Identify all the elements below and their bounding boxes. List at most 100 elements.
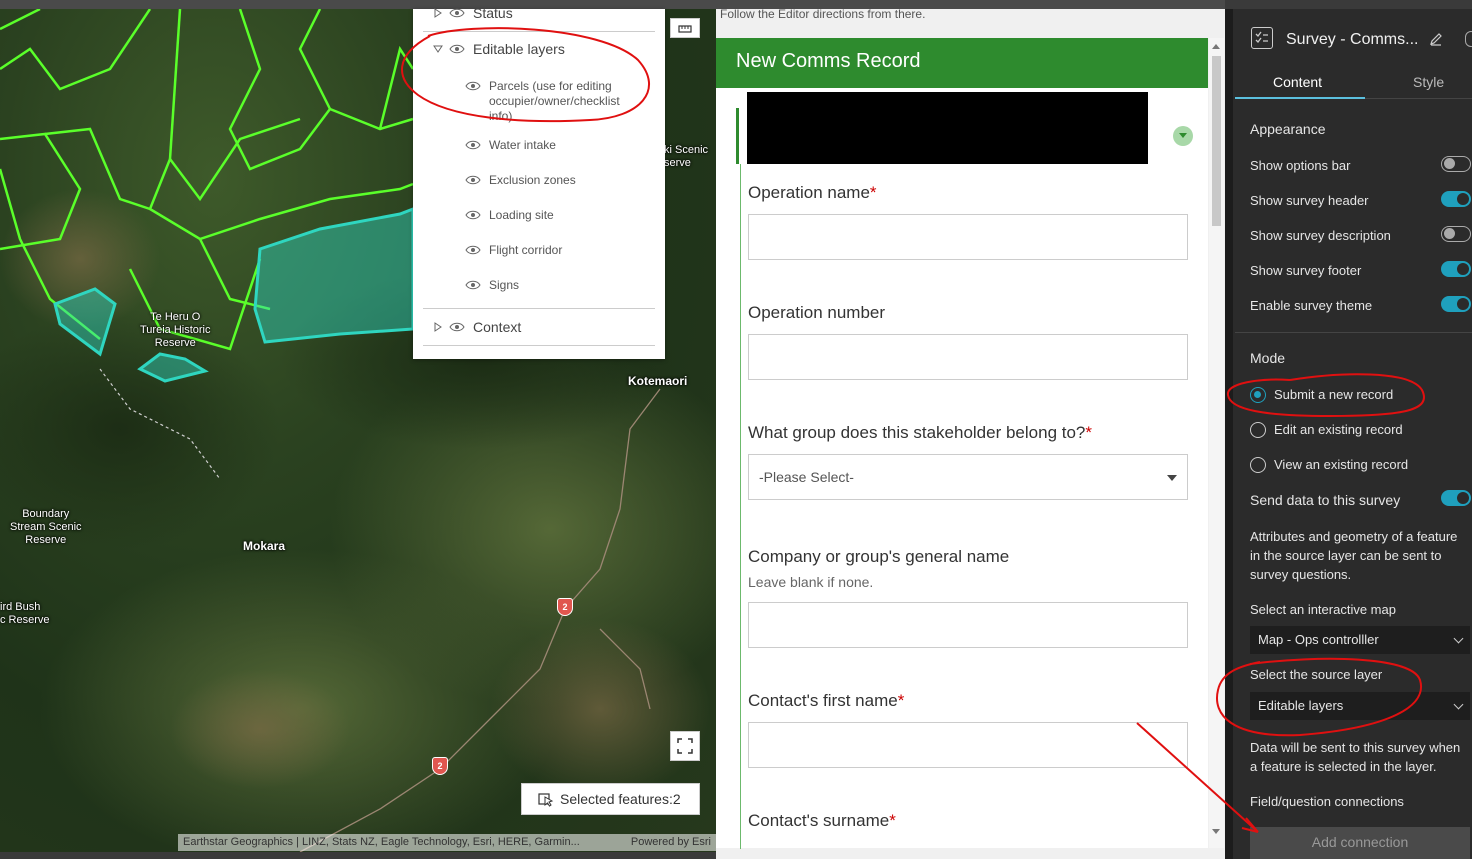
question-stakeholder-group: What group does this stakeholder belong … <box>748 423 1093 442</box>
visibility-eye-icon[interactable] <box>465 140 481 150</box>
map-label-bush-reserve: ird Bush c Reserve <box>0 601 50 626</box>
data-sent-description: Data will be sent to this survey when a … <box>1250 740 1461 774</box>
question-operation-name: Operation name* <box>748 183 877 202</box>
view-existing-label[interactable]: View an existing record <box>1274 457 1408 472</box>
layer-item-exclusion-zones[interactable]: Exclusion zones <box>465 173 576 187</box>
scroll-thumb[interactable] <box>1212 56 1221 226</box>
appearance-heading: Appearance <box>1250 121 1326 137</box>
edit-existing-radio[interactable] <box>1250 422 1266 438</box>
layer-label-exclusion-zones: Exclusion zones <box>489 173 576 187</box>
collapse-icon[interactable] <box>433 44 443 54</box>
selected-features-button[interactable]: Selected features:2 <box>521 783 700 815</box>
question-contact-first-name: Contact's first name* <box>748 691 905 710</box>
layer-label-signs: Signs <box>489 278 520 292</box>
select-layer-value: Editable layers <box>1258 698 1344 713</box>
field-connections-label: Field/question connections <box>1250 794 1404 809</box>
select-layer-label: Select the source layer <box>1250 667 1383 682</box>
show-survey-footer-label: Show survey footer <box>1250 263 1362 278</box>
edit-pencil-icon[interactable] <box>1429 32 1443 46</box>
enable-survey-theme-toggle[interactable] <box>1441 296 1471 312</box>
select-placeholder: -Please Select- <box>759 469 854 485</box>
form-scrollbar[interactable] <box>1209 38 1224 848</box>
road-shield: 2 <box>557 598 573 616</box>
layer-label-loading-site: Loading site <box>489 208 554 222</box>
expand-icon[interactable] <box>433 322 443 332</box>
layer-group-editable-layers[interactable]: Editable layers <box>433 41 565 57</box>
visibility-eye-icon[interactable] <box>465 280 481 290</box>
divider <box>423 31 655 32</box>
stakeholder-group-select[interactable]: -Please Select- <box>748 454 1188 500</box>
show-survey-description-label: Show survey description <box>1250 228 1391 243</box>
view-existing-radio[interactable] <box>1250 457 1266 473</box>
send-data-description: Attributes and geometry of a feature in … <box>1250 529 1458 582</box>
show-survey-footer-toggle[interactable] <box>1441 261 1471 277</box>
divider <box>423 308 655 309</box>
group-collapse-button[interactable] <box>1173 126 1193 146</box>
question-contact-surname: Contact's surname* <box>748 811 896 830</box>
ruler-icon <box>678 25 692 33</box>
tab-style[interactable]: Style <box>1413 74 1444 90</box>
survey-widget-icon <box>1251 27 1273 49</box>
select-map-label: Select an interactive map <box>1250 602 1396 617</box>
visibility-eye-icon[interactable] <box>465 210 481 220</box>
submit-new-radio[interactable] <box>1250 387 1266 403</box>
visibility-eye-icon[interactable] <box>449 322 465 332</box>
chevron-down-icon <box>1453 633 1464 644</box>
company-name-hint: Leave blank if none. <box>748 574 874 590</box>
operation-number-input[interactable] <box>748 334 1188 380</box>
powered-by-esri[interactable]: Powered by Esri <box>631 836 711 849</box>
submit-new-label[interactable]: Submit a new record <box>1274 387 1393 402</box>
layer-label-context: Context <box>473 319 522 335</box>
map-label-te-heru: Te Heru O Tureia Historic Reserve <box>140 311 211 349</box>
show-survey-header-toggle[interactable] <box>1441 191 1471 207</box>
visibility-eye-icon[interactable] <box>465 175 481 185</box>
attribution-text: Earthstar Geographics | LINZ, Stats NZ, … <box>183 836 580 848</box>
layer-list-panel: Status Editable layers Parcels (use for … <box>413 5 665 359</box>
question-operation-number: Operation number <box>748 303 886 322</box>
visibility-eye-icon[interactable] <box>449 44 465 54</box>
show-survey-description-toggle[interactable] <box>1441 226 1471 242</box>
layer-label-flight-corridor: Flight corridor <box>489 243 563 257</box>
select-layer-dropdown[interactable]: Editable layers <box>1250 692 1470 720</box>
layer-item-signs[interactable]: Signs <box>465 278 519 292</box>
question-company-name: Company or group's general name <box>748 547 1010 566</box>
scroll-up-arrow[interactable] <box>1212 44 1220 49</box>
map-label-kotemaori: Kotemaori <box>628 374 688 388</box>
send-data-toggle[interactable] <box>1441 490 1471 506</box>
layer-item-parcels[interactable]: Parcels (use for editing occupier/owner/… <box>465 79 639 124</box>
layer-label-editable-layers: Editable layers <box>473 41 565 57</box>
map-attribution: Earthstar Geographics | LINZ, Stats NZ, … <box>178 834 716 851</box>
select-map-dropdown[interactable]: Map - Ops controlller <box>1250 626 1470 654</box>
expand-icon[interactable] <box>433 8 443 18</box>
layer-item-flight-corridor[interactable]: Flight corridor <box>465 243 562 257</box>
layer-label-water-intake: Water intake <box>489 138 556 152</box>
fullscreen-icon <box>677 738 693 754</box>
layer-item-loading-site[interactable]: Loading site <box>465 208 554 222</box>
visibility-eye-icon[interactable] <box>465 81 481 91</box>
more-icon[interactable] <box>1465 31 1472 47</box>
show-options-bar-label: Show options bar <box>1250 158 1351 173</box>
add-connection-button[interactable]: Add connection <box>1250 827 1470 859</box>
layer-label-parcels: Parcels (use for editing occupier/owner/… <box>489 79 620 123</box>
mode-heading: Mode <box>1250 350 1286 366</box>
layer-label-status: Status <box>473 5 513 21</box>
chevron-down-icon <box>1179 133 1187 138</box>
edit-existing-label[interactable]: Edit an existing record <box>1274 422 1403 437</box>
visibility-eye-icon[interactable] <box>449 8 465 18</box>
redacted-block <box>747 92 1148 164</box>
company-name-input[interactable] <box>748 602 1188 648</box>
visibility-eye-icon[interactable] <box>465 245 481 255</box>
show-options-bar-toggle[interactable] <box>1441 156 1471 172</box>
window-top-strip <box>0 0 1225 9</box>
operation-name-input[interactable] <box>748 214 1188 260</box>
contact-first-name-input[interactable] <box>748 722 1188 768</box>
tab-content[interactable]: Content <box>1273 74 1322 90</box>
scroll-down-arrow[interactable] <box>1212 829 1220 834</box>
fullscreen-button[interactable] <box>670 731 700 761</box>
map-label-mokara: Mokara <box>243 539 286 553</box>
form-group-indicator <box>736 108 739 164</box>
layer-item-water-intake[interactable]: Water intake <box>465 138 556 152</box>
layer-group-status[interactable]: Status <box>433 5 513 21</box>
layer-group-context[interactable]: Context <box>433 319 521 335</box>
measure-tool-button[interactable] <box>670 18 700 38</box>
